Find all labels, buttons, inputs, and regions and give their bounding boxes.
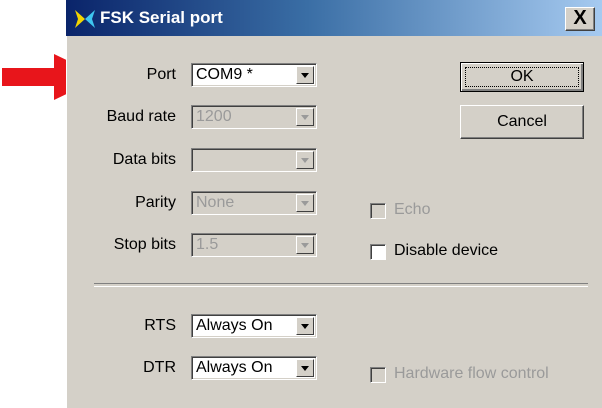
port-value: COM9 * xyxy=(196,66,253,83)
data-bits-label: Data bits xyxy=(112,151,176,168)
parity-label: Parity xyxy=(135,194,176,211)
stop-bits-select: 1.5 xyxy=(191,233,317,257)
rts-label: RTS xyxy=(144,317,176,334)
hardware-flow-control-checkbox xyxy=(370,367,386,383)
focus-rect xyxy=(465,67,579,87)
disable-device-label[interactable]: Disable device xyxy=(394,242,498,260)
echo-checkbox xyxy=(370,203,386,219)
stop-bits-value: 1.5 xyxy=(196,236,219,253)
baud-rate-select: 1200 xyxy=(191,105,317,129)
chevron-down-icon xyxy=(296,108,314,126)
port-label: Port xyxy=(146,66,176,83)
parity-select: None xyxy=(191,191,317,215)
rts-value: Always On xyxy=(196,317,273,334)
data-bits-select xyxy=(191,148,317,172)
dtr-select[interactable]: Always On xyxy=(191,356,317,380)
dtr-label: DTR xyxy=(143,359,176,376)
echo-label: Echo xyxy=(394,201,431,218)
stop-bits-label: Stop bits xyxy=(113,236,176,253)
dtr-value: Always On xyxy=(196,359,273,376)
ok-button[interactable]: OK xyxy=(460,62,584,92)
chevron-down-icon[interactable] xyxy=(296,317,314,335)
window-title: FSK Serial port xyxy=(100,8,223,27)
chevron-down-icon[interactable] xyxy=(296,66,314,84)
butterfly-icon xyxy=(75,10,95,28)
baud-rate-label: Baud rate xyxy=(106,108,176,125)
hardware-flow-control-label: Hardware flow control xyxy=(394,365,549,382)
chevron-down-icon xyxy=(296,236,314,254)
separator xyxy=(94,283,588,287)
rts-select[interactable]: Always On xyxy=(191,314,317,338)
chevron-down-icon xyxy=(296,151,314,169)
parity-value: None xyxy=(196,194,235,211)
close-button[interactable]: X xyxy=(565,7,595,31)
chevron-down-icon[interactable] xyxy=(296,359,314,377)
cancel-button[interactable]: Cancel xyxy=(460,105,584,139)
disable-device-checkbox[interactable] xyxy=(370,244,386,260)
port-select[interactable]: COM9 * xyxy=(191,63,317,87)
baud-rate-value: 1200 xyxy=(196,108,232,125)
chevron-down-icon xyxy=(296,194,314,212)
